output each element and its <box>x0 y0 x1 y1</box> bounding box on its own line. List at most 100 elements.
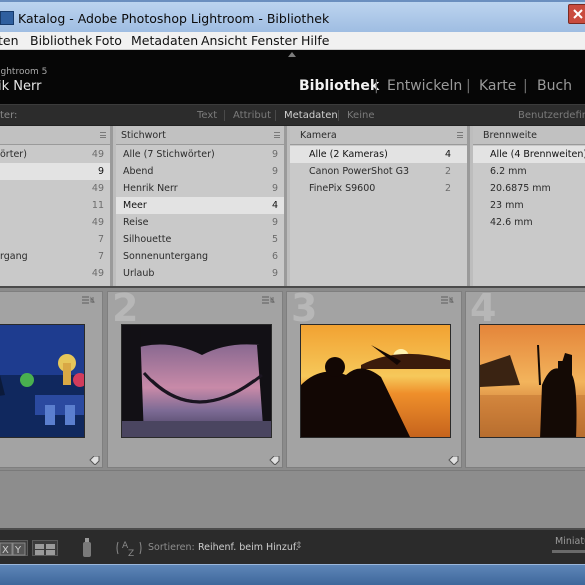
app-version: ightroom 5 <box>0 67 48 77</box>
svg-text:Y: Y <box>14 545 22 556</box>
metadata-row[interactable]: 9 <box>0 163 110 180</box>
grid-empty-area <box>0 470 585 528</box>
filter-tab-metadaten[interactable]: Metadaten <box>284 110 338 121</box>
sort-label: Sortieren: <box>148 542 195 553</box>
os-taskbar <box>0 564 585 585</box>
filter-divider <box>275 110 276 121</box>
grid-cell[interactable]: 4 <box>465 286 585 468</box>
metadata-row[interactable]: Canon PowerShot G3 2 <box>290 163 467 180</box>
sort-select-chevron-icon[interactable]: ⇕ <box>295 541 303 551</box>
metadata-row[interactable]: Henrik Nerr 9 <box>116 180 284 197</box>
metadata-row[interactable]: Sonnenuntergang 6 <box>116 248 284 265</box>
metadata-row[interactable]: Alle (7 Stichwörter) 9 <box>116 146 284 163</box>
column-header: Stichwort <box>116 126 284 145</box>
menu-metadaten[interactable]: Metadaten <box>131 33 198 48</box>
filter-label: ter: <box>0 110 18 121</box>
metadata-column-previous: örter) 49 9 49 11 49 7 rgang 7 49 <box>0 126 113 286</box>
grid-cell[interactable]: 3 <box>286 286 462 468</box>
metadata-row[interactable]: Silhouette 5 <box>116 231 284 248</box>
metadata-row[interactable]: Urlaub 9 <box>116 265 284 282</box>
close-icon <box>573 9 583 19</box>
metadata-row[interactable]: Alle (4 Brennweiten) <box>473 146 585 163</box>
metadata-row[interactable]: rgang 7 <box>0 248 110 265</box>
thumbnail-size-slider[interactable] <box>552 550 585 553</box>
column-header: Brennweite <box>473 126 585 145</box>
collapse-top-panel-icon[interactable] <box>288 52 296 57</box>
sort-order-select[interactable]: Reihenf. beim Hinzuf. <box>198 542 299 553</box>
metadata-row[interactable]: 42.6 mm <box>473 214 585 231</box>
menu-bibliothek[interactable]: Bibliothek <box>30 33 92 48</box>
column-header <box>0 126 110 145</box>
sunset-silhouette-photo <box>301 325 450 437</box>
thumbnail-grid: 2 3 4 <box>0 286 585 528</box>
metadata-row[interactable]: FinePix S9600 2 <box>290 180 467 197</box>
window-title: Katalog - Adobe Photoshop Lightroom - Bi… <box>18 11 330 26</box>
metadata-column-stichwort: Stichwort Alle (7 Stichwörter) 9 Abend 9 H… <box>116 126 287 286</box>
metadata-row[interactable]: 6.2 mm <box>473 163 585 180</box>
night-harbor-photo <box>0 325 84 437</box>
metadata-row[interactable]: Alle (2 Kameras) 4 <box>290 146 467 163</box>
metadata-row[interactable]: 23 mm <box>473 197 585 214</box>
module-divider: | <box>374 78 379 94</box>
close-window-button[interactable] <box>568 4 585 24</box>
metadata-row[interactable]: 49 <box>0 214 110 231</box>
filter-tab-text[interactable]: Text <box>197 110 217 121</box>
metadata-browser: örter) 49 9 49 11 49 7 rgang 7 49 Stichwor… <box>0 126 585 288</box>
module-buch[interactable]: Buch <box>537 78 572 94</box>
column-title: Stichwort <box>121 130 166 141</box>
metadata-column-kamera: Kamera Alle (2 Kameras) 4 Canon PowerShot… <box>290 126 470 286</box>
survey-grid-icon <box>35 544 55 555</box>
metadata-row[interactable]: 20.6875 mm <box>473 180 585 197</box>
title-bar: Katalog - Adobe Photoshop Lightroom - Bi… <box>0 0 585 32</box>
metadata-row[interactable]: 49 <box>0 180 110 197</box>
hammock-dusk-photo <box>122 325 271 437</box>
bottom-toolbar: X Y A Z Sortieren: Reihenf. beim Hinzuf.… <box>0 528 585 564</box>
photo-thumbnail[interactable] <box>0 324 85 438</box>
metadata-row[interactable]: 49 <box>0 265 110 282</box>
cell-menu-icon[interactable] <box>82 296 96 306</box>
module-bibliothek[interactable]: Bibliothek <box>299 78 379 94</box>
painter-spray-icon[interactable] <box>80 538 94 558</box>
menu-hilfe[interactable]: Hilfe <box>301 33 329 48</box>
library-filter-bar: ter: Text Attribut Metadaten Keine Benut… <box>0 104 585 126</box>
grid-cell[interactable]: 2 <box>107 286 283 468</box>
filter-divider <box>338 110 339 121</box>
metadata-row[interactable]: Meer 4 <box>116 197 284 214</box>
column-menu-icon[interactable] <box>100 132 106 138</box>
column-title: Kamera <box>300 130 337 141</box>
filter-divider <box>224 110 225 121</box>
photo-thumbnail[interactable] <box>479 324 585 438</box>
keyword-badge-icon <box>448 456 459 465</box>
module-entwickeln[interactable]: Entwickeln <box>387 78 462 94</box>
xy-compare-icon: X Y <box>0 542 26 556</box>
filter-tab-attribut[interactable]: Attribut <box>233 110 271 121</box>
keyword-badge-icon <box>89 456 100 465</box>
menu-bar: ten Bibliothek Foto Metadaten Ansicht Fe… <box>0 32 585 50</box>
metadata-row[interactable]: 11 <box>0 197 110 214</box>
module-divider: | <box>466 78 471 94</box>
photo-thumbnail[interactable] <box>300 324 451 438</box>
survey-view-button[interactable] <box>32 540 58 556</box>
filter-preset[interactable]: Benutzerdefini <box>518 110 585 121</box>
menu-ansicht[interactable]: Ansicht <box>201 33 247 48</box>
column-menu-icon[interactable] <box>274 132 280 138</box>
metadata-row[interactable]: 7 <box>0 231 110 248</box>
module-karte[interactable]: Karte <box>479 78 516 94</box>
keyword-badge-icon <box>269 456 280 465</box>
metadata-column-brennweite: Brennweite Alle (4 Brennweiten) 6.2 mm 2… <box>473 126 585 286</box>
menu-datei[interactable]: ten <box>0 33 19 48</box>
photo-thumbnail[interactable] <box>121 324 272 438</box>
metadata-row[interactable]: Reise 9 <box>116 214 284 231</box>
grid-cell[interactable] <box>0 291 103 468</box>
filter-tab-keine[interactable]: Keine <box>347 110 374 121</box>
metadata-row[interactable]: örter) 49 <box>0 146 110 163</box>
sort-direction-icon[interactable]: A Z <box>116 538 142 558</box>
menu-foto[interactable]: Foto <box>95 33 122 48</box>
lightroom-window: Katalog - Adobe Photoshop Lightroom - Bi… <box>0 0 585 585</box>
cell-menu-icon[interactable] <box>441 296 455 306</box>
metadata-row[interactable]: Abend 9 <box>116 163 284 180</box>
menu-fenster[interactable]: Fenster <box>251 33 297 48</box>
column-menu-icon[interactable] <box>457 132 463 138</box>
cell-menu-icon[interactable] <box>262 296 276 306</box>
compare-view-button[interactable]: X Y <box>0 540 28 556</box>
